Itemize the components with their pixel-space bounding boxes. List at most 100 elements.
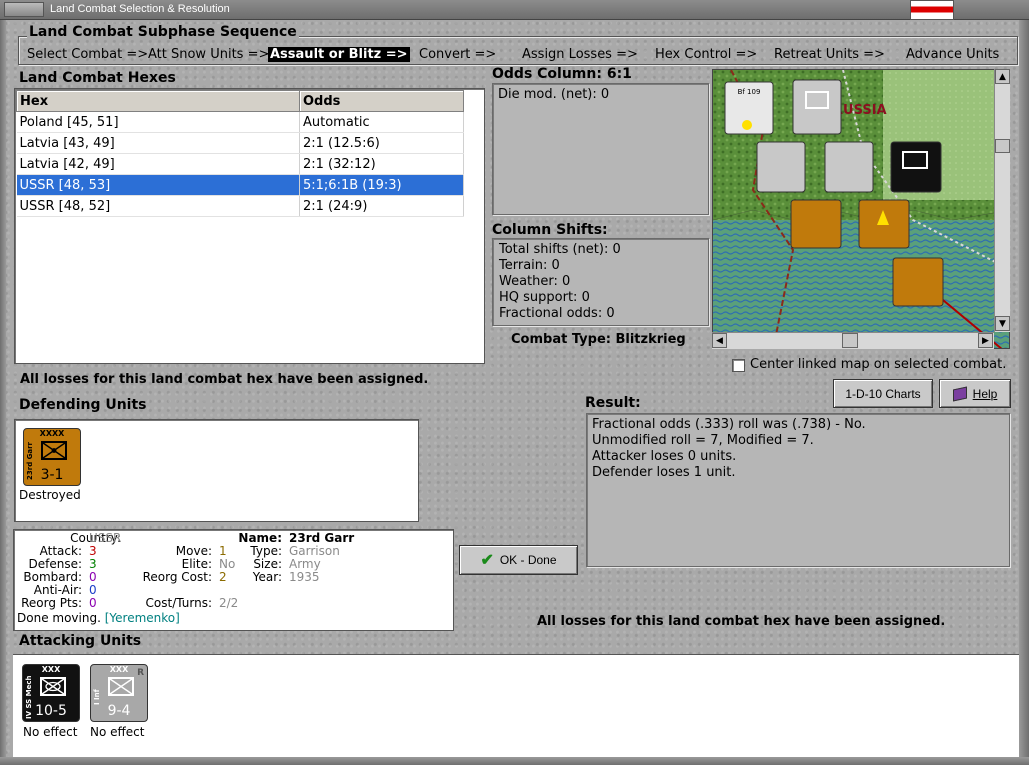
help-book-icon	[952, 386, 967, 401]
column-header-hex[interactable]: Hex	[16, 90, 300, 112]
shifts-title: Column Shifts:	[492, 222, 608, 238]
odds-cell: 2:1 (32:12)	[299, 153, 464, 175]
attacking-unit-status: No effect	[23, 725, 78, 739]
unit-strength: 10-5	[35, 703, 67, 719]
hexes-title: Land Combat Hexes	[19, 70, 176, 86]
attacking-unit-counter[interactable]: XXX IV SS Mech 10-5	[22, 664, 80, 722]
window-title: Land Combat Selection & Resolution	[50, 3, 230, 15]
map-horizontal-scrollbar[interactable]: ◀ ▶	[712, 332, 994, 349]
attack-value: 3	[89, 544, 97, 558]
result-title: Result:	[585, 395, 641, 411]
size-label: Size:	[253, 557, 282, 571]
antiair-value: 0	[89, 583, 97, 597]
window-titlebar: Land Combat Selection & Resolution	[0, 0, 1029, 20]
help-button[interactable]: Help	[939, 379, 1011, 408]
hex-cell: USSR [48, 53]	[16, 174, 300, 196]
odds-cell: 2:1 (12.5:6)	[299, 132, 464, 154]
cost-turns-label: Cost/Turns:	[145, 596, 212, 610]
defending-title: Defending Units	[19, 397, 147, 413]
table-row[interactable]: USSR [48, 53] 5:1;6:1B (19:3)	[16, 174, 464, 196]
step-assign-losses: Assign Losses =>	[522, 47, 638, 62]
window-menu-icon[interactable]	[4, 2, 44, 17]
odds-panel: Die mod. (net): 0	[492, 83, 709, 215]
result-line-2: Unmodified roll = 7, Modified = 7.	[592, 433, 814, 448]
infantry-symbol-icon	[108, 677, 134, 696]
name-label: Name:	[238, 531, 282, 545]
frame-right	[1019, 20, 1029, 765]
year-label: Year:	[252, 570, 282, 584]
defense-label: Defense:	[28, 557, 82, 571]
step-att-snow-units: Att Snow Units =>	[148, 47, 270, 62]
hex-cell: USSR [48, 52]	[16, 195, 300, 217]
result-line-3: Attacker loses 0 units.	[592, 449, 737, 464]
ok-done-button[interactable]: ✔ OK - Done	[459, 545, 578, 575]
hex-cell: Latvia [43, 49]	[16, 132, 300, 154]
frame-left	[0, 20, 6, 765]
defending-unit-counter[interactable]: XXXX 23rd Garr 3-1	[23, 428, 81, 486]
checkmark-icon: ✔	[480, 552, 494, 569]
attacking-unit-status: No effect	[90, 725, 145, 739]
scroll-left-icon[interactable]: ◀	[712, 333, 727, 348]
scroll-up-icon[interactable]: ▲	[995, 69, 1010, 84]
table-row[interactable]: USSR [48, 52] 2:1 (24:9)	[16, 195, 464, 217]
reorg-cost-label: Reorg Cost:	[142, 570, 212, 584]
scroll-thumb-h[interactable]	[842, 333, 858, 348]
table-row[interactable]: Poland [45, 51] Automatic	[16, 111, 464, 133]
result-line-1: Fractional odds (.333) roll was (.738) -…	[592, 417, 866, 432]
column-header-odds[interactable]: Odds	[299, 90, 464, 112]
table-row[interactable]: Latvia [42, 49] 2:1 (32:12)	[16, 153, 464, 175]
attack-label: Attack:	[39, 544, 82, 558]
scroll-down-icon[interactable]: ▼	[995, 316, 1010, 331]
odds-cell: 2:1 (24:9)	[299, 195, 464, 217]
unit-size: XXX	[41, 665, 61, 674]
bombard-value: 0	[89, 570, 97, 584]
step-assault-or-blitz: Assault or Blitz =>	[268, 47, 410, 62]
result-panel: Fractional odds (.333) roll was (.738) -…	[586, 413, 1010, 567]
hq-support-shift: HQ support: 0	[499, 290, 590, 305]
svg-text:Bf 109: Bf 109	[738, 88, 761, 96]
step-advance-units: Advance Units	[906, 47, 1000, 62]
type-value: Garrison	[289, 544, 340, 558]
scroll-right-icon[interactable]: ▶	[978, 333, 993, 348]
charts-button[interactable]: 1-D-10 Charts	[833, 379, 933, 408]
scroll-thumb-v[interactable]	[995, 139, 1010, 153]
combat-type: Combat Type: Blitzkrieg	[511, 332, 686, 347]
done-moving-text: Done moving. [Yeremenko]	[17, 611, 180, 625]
commander-name: [Yeremenko]	[104, 611, 180, 625]
move-label: Move:	[175, 544, 212, 558]
mech-symbol-icon	[40, 677, 66, 696]
charts-button-label: 1-D-10 Charts	[845, 386, 921, 401]
shifts-panel: Total shifts (net): 0 Terrain: 0 Weather…	[492, 238, 709, 326]
linked-map[interactable]: RUSSIA Bf 109	[712, 69, 1010, 349]
total-shifts: Total shifts (net): 0	[499, 242, 621, 257]
reorg-pts-value: 0	[89, 596, 97, 610]
odds-cell: Automatic	[299, 111, 464, 133]
step-select-combat: Select Combat =>	[27, 47, 149, 62]
map-hexgrid: RUSSIA Bf 109	[713, 70, 1009, 348]
year-value: 1935	[289, 570, 320, 584]
garrison-symbol-icon	[41, 441, 67, 460]
terrain-shift: Terrain: 0	[499, 258, 560, 273]
unit-details-panel: Country: USSR Attack: 3 Defense: 3 Bomba…	[13, 529, 454, 631]
table-row[interactable]: Latvia [43, 49] 2:1 (12.5:6)	[16, 132, 464, 154]
cost-turns-value: 2/2	[219, 596, 239, 610]
unit-reserve-marker: R	[137, 668, 144, 678]
reorg-pts-label: Reorg Pts:	[21, 596, 82, 610]
step-convert: Convert =>	[419, 47, 497, 62]
losses-message-bottom: All losses for this land combat hex have…	[537, 614, 946, 629]
german-flag-icon	[910, 0, 954, 20]
defending-unit-status: Destroyed	[19, 488, 81, 502]
map-vertical-scrollbar[interactable]: ▲ ▼	[994, 69, 1010, 332]
center-linked-label: Center linked map on selected combat.	[750, 357, 1007, 372]
frame-bottom	[0, 757, 1029, 765]
hexes-list[interactable]: Hex Odds Poland [45, 51] Automatic Latvia …	[14, 88, 485, 364]
defending-units-list: XXXX 23rd Garr 3-1 Destroyed	[14, 419, 419, 522]
center-linked-checkbox[interactable]	[732, 359, 745, 372]
name-value: 23rd Garr	[289, 531, 355, 545]
losses-message-top: All losses for this land combat hex have…	[20, 372, 429, 387]
attacking-units-list: XXX IV SS Mech 10-5 No effect XXX R I In…	[13, 654, 1019, 757]
country-value: USSR	[89, 531, 122, 545]
odds-cell: 5:1;6:1B (19:3)	[299, 174, 464, 196]
sequence-title: Land Combat Subphase Sequence	[27, 24, 299, 40]
attacking-unit-counter[interactable]: XXX R I Inf 9-4	[90, 664, 148, 722]
